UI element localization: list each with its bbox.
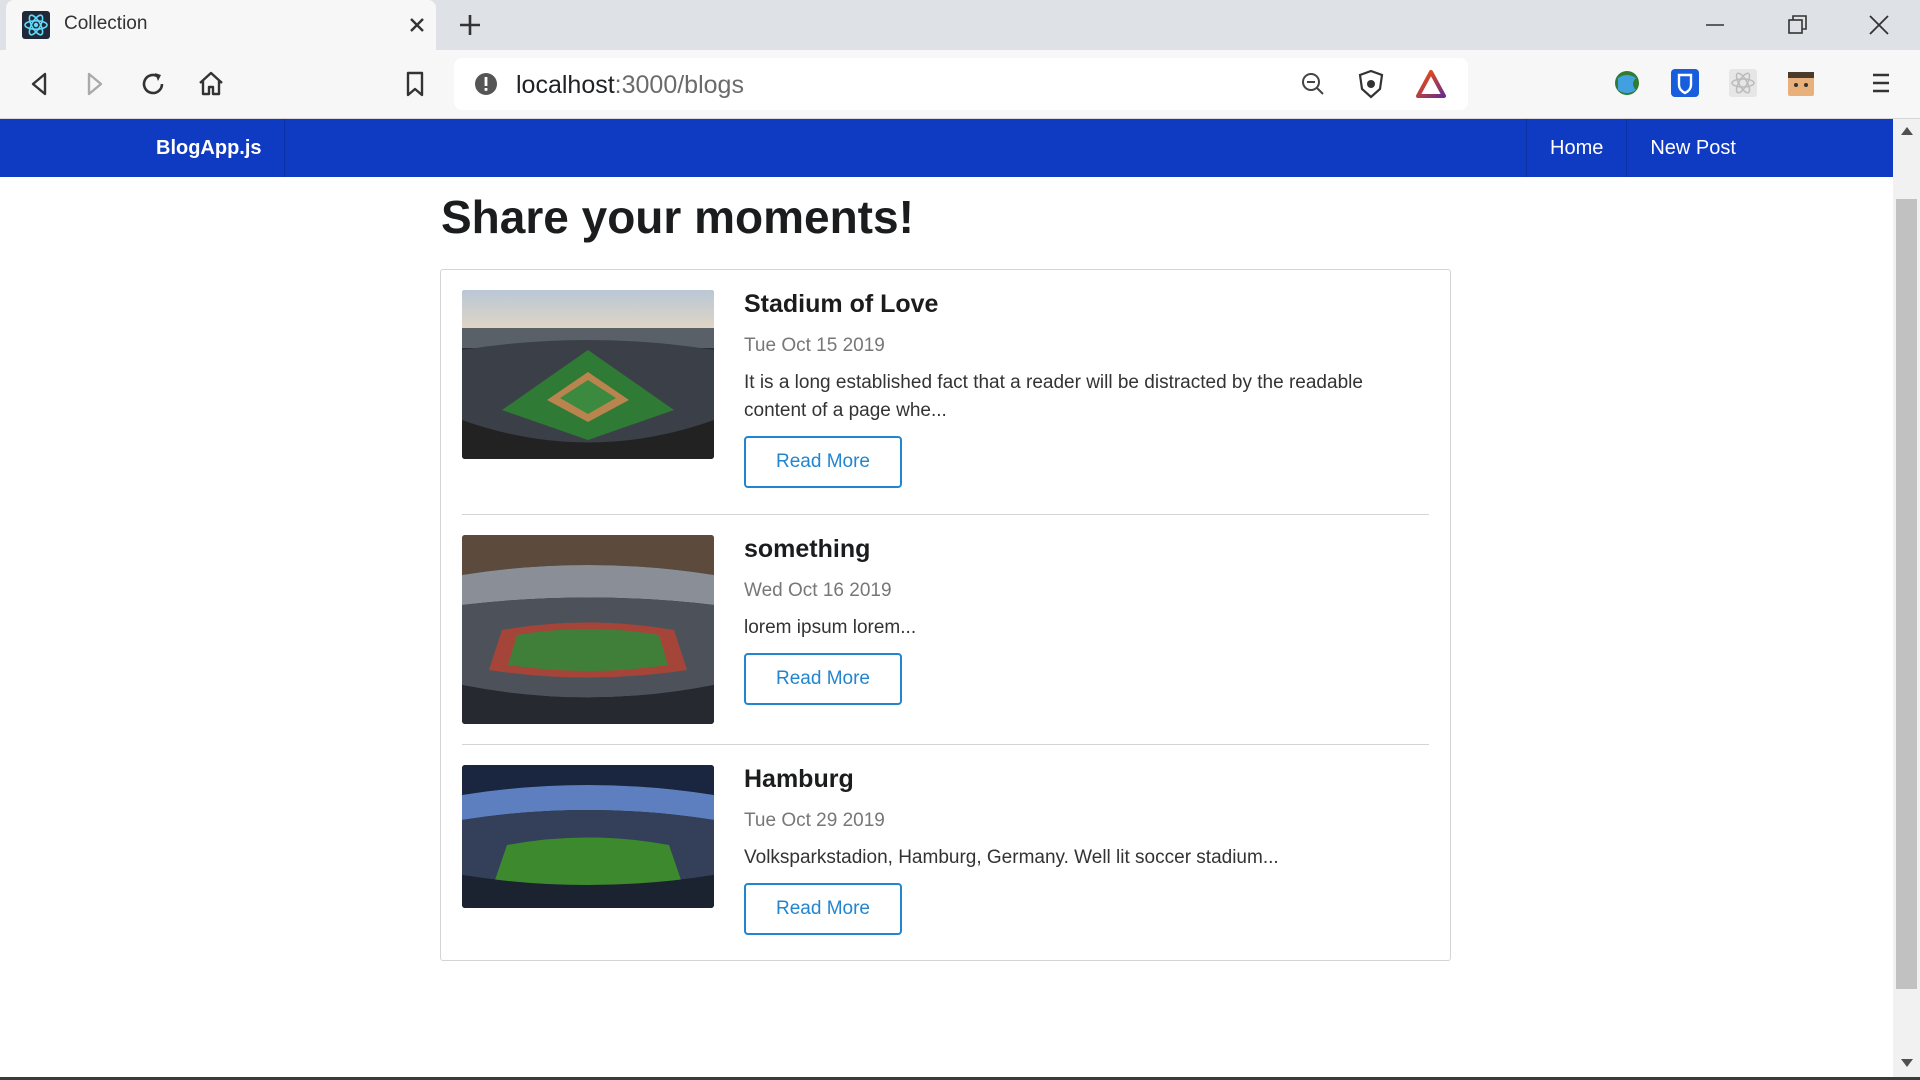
home-icon[interactable] — [194, 67, 228, 101]
post-description: Volksparkstadion, Hamburg, Germany. Well… — [744, 847, 1279, 868]
post-date: Tue Oct 29 2019 — [744, 810, 885, 831]
blog-post-item: Stadium of Love Tue Oct 15 2019 It is a … — [462, 290, 1429, 514]
post-date: Tue Oct 15 2019 — [744, 335, 885, 356]
page-scrollbar[interactable] — [1893, 119, 1920, 1077]
url-text[interactable]: localhost:3000/blogs — [516, 71, 744, 100]
face-extension-icon[interactable] — [1784, 66, 1818, 100]
blog-post-item: Hamburg Tue Oct 29 2019 Volksparkstadion… — [462, 744, 1429, 940]
app-navbar: BlogApp.js Home New Post — [0, 119, 1893, 177]
post-date: Wed Oct 16 2019 — [744, 580, 892, 601]
restore-window-icon[interactable] — [1782, 10, 1812, 40]
site-info-icon[interactable] — [474, 72, 498, 96]
post-description: lorem ipsum lorem... — [744, 617, 917, 638]
globe-extension-icon[interactable] — [1610, 66, 1644, 100]
menu-icon[interactable] — [1864, 66, 1898, 100]
react-favicon-icon — [22, 11, 50, 39]
post-content: Hamburg Tue Oct 29 2019 Volksparkstadion… — [744, 765, 1429, 935]
brave-shield-icon[interactable] — [1354, 67, 1388, 101]
react-devtools-icon[interactable] — [1726, 66, 1760, 100]
nav-menu: Home New Post — [1526, 119, 1759, 177]
blog-post-item: something Wed Oct 16 2019 lorem ipsum lo… — [462, 514, 1429, 744]
close-window-icon[interactable] — [1864, 10, 1894, 40]
url-path: :3000/blogs — [614, 71, 744, 99]
address-bar[interactable]: localhost:3000/blogs — [454, 58, 1468, 110]
nav-home-link[interactable]: Home — [1526, 119, 1626, 177]
brave-rewards-icon[interactable] — [1414, 67, 1448, 101]
post-title[interactable]: something — [744, 535, 1429, 564]
read-more-button[interactable]: Read More — [744, 883, 902, 935]
post-title[interactable]: Hamburg — [744, 765, 1429, 794]
page-title: Share your moments! — [441, 191, 914, 243]
night-stadium-photo — [462, 765, 714, 908]
scroll-up-arrow-icon[interactable] — [1901, 127, 1913, 135]
bitwarden-icon[interactable] — [1668, 66, 1702, 100]
baseball-stadium-photo — [462, 290, 714, 459]
zoom-out-icon[interactable] — [1296, 67, 1330, 101]
minimize-window-icon[interactable] — [1700, 10, 1730, 40]
close-tab-icon[interactable] — [404, 12, 430, 38]
brand-link[interactable]: BlogApp.js — [134, 119, 285, 177]
post-content: something Wed Oct 16 2019 lorem ipsum lo… — [744, 535, 1429, 705]
scrollbar-thumb[interactable] — [1896, 199, 1917, 989]
post-content: Stadium of Love Tue Oct 15 2019 It is a … — [744, 290, 1429, 488]
forward-arrow-icon[interactable] — [78, 67, 112, 101]
soccer-stadium-photo — [462, 535, 714, 724]
post-description: It is a long established fact that a rea… — [744, 372, 1363, 421]
browser-tab-strip: Collection — [0, 0, 1920, 50]
read-more-button[interactable]: Read More — [744, 436, 902, 488]
url-host: localhost — [516, 71, 615, 99]
nav-new-post-link[interactable]: New Post — [1626, 119, 1759, 177]
post-title[interactable]: Stadium of Love — [744, 290, 1429, 319]
browser-toolbar: localhost:3000/blogs — [0, 50, 1920, 119]
blog-post-list: Stadium of Love Tue Oct 15 2019 It is a … — [440, 269, 1451, 961]
new-tab-plus-icon[interactable] — [456, 11, 484, 39]
reload-icon[interactable] — [136, 67, 170, 101]
bookmark-icon[interactable] — [398, 67, 432, 101]
browser-tab[interactable]: Collection — [6, 0, 436, 50]
tab-title: Collection — [64, 13, 148, 34]
read-more-button[interactable]: Read More — [744, 653, 902, 705]
scroll-down-arrow-icon[interactable] — [1901, 1059, 1913, 1067]
back-arrow-icon[interactable] — [22, 67, 56, 101]
